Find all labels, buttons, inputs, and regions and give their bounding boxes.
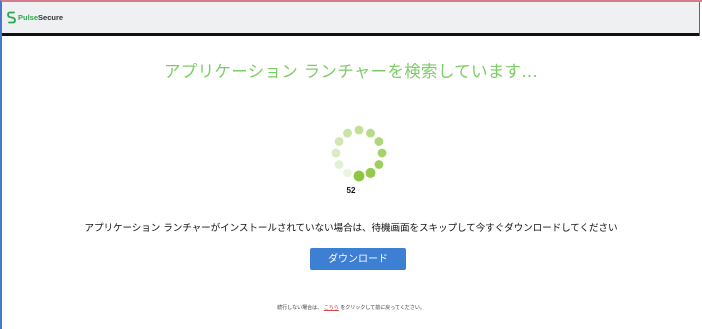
pulse-secure-s-icon — [7, 11, 16, 24]
download-button[interactable]: ダウンロード — [310, 248, 406, 270]
footer-note: 続行しない場合は、 こちら をクリックして前に戻ってください。 — [0, 304, 702, 311]
footer-prefix: 続行しない場合は、 — [277, 305, 323, 311]
spinner-dot — [366, 128, 375, 138]
spinner-dot — [353, 170, 365, 182]
spinner-dot — [354, 125, 364, 135]
page-title: アプリケーション ランチャーを検索しています... — [164, 62, 538, 81]
logo-pulse-text: Pulse — [18, 13, 39, 22]
spinner-dot — [374, 160, 384, 169]
spinner-dot — [343, 128, 352, 138]
header-divider — [699, 2, 700, 36]
spinner-dot — [365, 167, 376, 178]
spinner-dot — [334, 160, 344, 169]
logo-secure-text: Secure — [38, 13, 64, 22]
footer-suffix: をクリックして前に戻ってください。 — [340, 305, 425, 311]
spinner-dot — [377, 148, 387, 158]
spinner-dot — [343, 168, 352, 178]
loading-spinner-icon — [331, 125, 387, 182]
go-back-link[interactable]: こちら — [324, 305, 339, 311]
progress-counter: 52 — [346, 186, 356, 195]
instruction-text: アプリケーション ランチャーがインストールされていない場合は、待機画面をスキップ… — [84, 223, 618, 234]
spinner-dot — [374, 137, 384, 146]
header-bar: PulseSecure — [2, 2, 700, 36]
spinner-dot — [334, 137, 344, 146]
pulse-secure-logo: PulseSecure — [7, 11, 63, 24]
spinner-dot — [331, 148, 341, 158]
